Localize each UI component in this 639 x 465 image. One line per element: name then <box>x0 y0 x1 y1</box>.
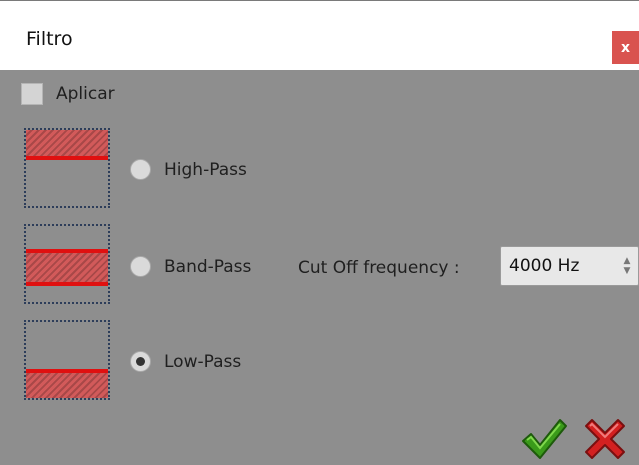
close-button[interactable]: x <box>612 31 639 64</box>
spinner-arrows[interactable]: ▲ ▼ <box>620 251 634 281</box>
window-title: Filtro <box>26 28 73 50</box>
dialog-body: Aplicar High-Pass Band-Pass Low-Pass Cut… <box>0 70 639 465</box>
high-pass-icon <box>24 128 110 208</box>
low-pass-radio[interactable] <box>130 351 151 372</box>
high-pass-label: High-Pass <box>164 159 247 180</box>
high-pass-option[interactable]: High-Pass <box>130 159 247 180</box>
cutoff-frequency-spinbox[interactable]: ▲ ▼ <box>500 246 639 286</box>
band-pass-radio[interactable] <box>130 256 151 277</box>
spin-up-icon[interactable]: ▲ <box>624 256 631 266</box>
spin-down-icon[interactable]: ▼ <box>624 266 631 276</box>
low-pass-label: Low-Pass <box>164 351 242 372</box>
band-pass-option[interactable]: Band-Pass <box>130 256 251 277</box>
cutoff-frequency-input[interactable] <box>509 256 609 276</box>
cutoff-frequency-label: Cut Off frequency : <box>298 258 460 278</box>
band-pass-icon <box>24 224 110 304</box>
ok-button[interactable] <box>519 414 569 464</box>
apply-checkbox[interactable] <box>21 83 43 105</box>
check-icon <box>522 419 567 459</box>
title-bar: Filtro x <box>0 0 639 70</box>
apply-row: Aplicar <box>21 83 115 105</box>
band-pass-label: Band-Pass <box>164 256 252 277</box>
low-pass-option[interactable]: Low-Pass <box>130 351 241 372</box>
cross-icon <box>585 419 625 459</box>
cancel-button[interactable] <box>580 414 630 464</box>
low-pass-icon <box>24 320 110 400</box>
apply-label: Aplicar <box>56 84 115 104</box>
radio-selected-dot <box>136 357 145 366</box>
high-pass-radio[interactable] <box>130 159 151 180</box>
close-icon: x <box>620 39 631 56</box>
